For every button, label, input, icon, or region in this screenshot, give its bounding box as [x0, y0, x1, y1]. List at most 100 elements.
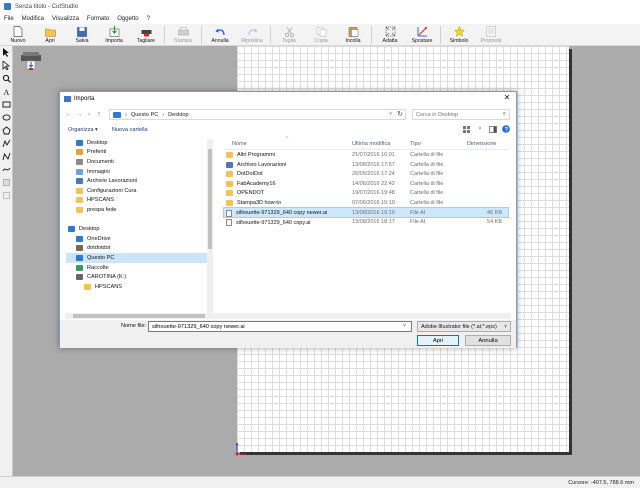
command-bar: Organizza ▾ Nuova cartella ˅ ?	[60, 124, 516, 136]
nav-item-questo-pc[interactable]: Questo PC	[66, 253, 213, 263]
nav-scrollbar[interactable]	[207, 139, 213, 313]
nav-item-dotdotdot[interactable]: dotdotdot	[66, 244, 213, 254]
tagliare-button[interactable]: Tagliare	[130, 24, 162, 46]
file-row[interactable]: silhouette-971329_640 copy newer.ai 13/08…	[223, 206, 509, 219]
nav-item-onedrive[interactable]: OneDrive	[66, 234, 213, 244]
freehand-icon[interactable]	[0, 163, 13, 176]
copia-button[interactable]: Copia	[305, 24, 337, 46]
fill-swatch-icon[interactable]	[0, 189, 13, 202]
file-row[interactable]: DotDotDot 26/05/2016 17:24 Cartella di fil…	[224, 169, 508, 179]
text-tool-icon[interactable]: A	[0, 85, 13, 98]
search-icon[interactable]: ⌕	[503, 111, 506, 118]
view-options-icon[interactable]	[463, 125, 471, 133]
nav-item-prespa-fede[interactable]: prespa fede	[66, 205, 213, 215]
nav-item-configurazioni-cura[interactable]: Configurazioni Cura	[66, 186, 213, 196]
column-date[interactable]: Ultima modifica	[352, 141, 390, 147]
cancel-button[interactable]: Annulla	[465, 335, 511, 346]
address-bar[interactable]: › Questo PC › Desktop ˅ ↻	[109, 109, 406, 120]
help-icon[interactable]: ?	[502, 125, 510, 133]
nav-item-immagini[interactable]: Immagini✱	[66, 167, 213, 177]
breadcrumb-questo-pc[interactable]: Questo PC	[131, 112, 158, 118]
file-row[interactable]: Altri Programmi 21/07/2016 16:01 Cartella …	[224, 150, 508, 160]
cutting-machine-icon[interactable]	[20, 50, 42, 72]
ripristina-button[interactable]: Ripristina	[236, 24, 268, 46]
forward-arrow-icon[interactable]: →	[74, 110, 84, 120]
column-type[interactable]: Tipo	[410, 141, 421, 147]
horizontal-scrollbar-thumb[interactable]	[73, 314, 205, 318]
file-list-header: ^ Nome Ultima modifica Tipo Dimensione	[224, 136, 508, 150]
incolla-button[interactable]: Incolla	[337, 24, 369, 46]
recent-dropdown-icon[interactable]: ˅	[84, 110, 94, 120]
pc-icon	[76, 254, 83, 261]
close-icon[interactable]: ✕	[502, 93, 512, 103]
nav-item-raccolte[interactable]: Raccolte	[66, 263, 213, 273]
ellipse-icon[interactable]	[0, 111, 13, 124]
toolbar-label: Tagliare	[136, 38, 156, 44]
filename-input[interactable]	[148, 321, 412, 332]
breadcrumb-desktop[interactable]: Desktop	[168, 112, 189, 118]
zoom-icon[interactable]	[0, 72, 13, 85]
eraser-icon[interactable]	[0, 176, 13, 189]
svg-text:A: A	[4, 88, 10, 96]
dialog-footer: Nome file: ˅ Adobe Illustrator file (*.a…	[60, 320, 516, 348]
file-row[interactable]: Archivio Lavorazioni 13/08/2016 17:57 Cart…	[224, 160, 508, 170]
file-type-cell: Cartella di file	[410, 190, 444, 197]
menu-formato[interactable]: Formato	[87, 16, 109, 22]
line-tool-icon[interactable]	[0, 137, 13, 150]
open-button[interactable]: Apri	[417, 335, 459, 346]
file-row[interactable]: OPENDOT 19/07/2016 19:48 Cartella di file	[224, 188, 508, 198]
apri-button[interactable]: Apri	[34, 24, 66, 46]
search-input[interactable]	[416, 111, 496, 118]
menu-file[interactable]: File	[4, 16, 14, 22]
rectangle-icon[interactable]	[0, 98, 13, 111]
up-arrow-icon[interactable]: ↑	[94, 110, 104, 120]
nuovo-button[interactable]: Nuovo	[2, 24, 34, 46]
menu-visualizza[interactable]: Visualizza	[52, 16, 79, 22]
file-row[interactable]: silhouette-971329_640 copy.ai 13/08/2016 …	[224, 217, 508, 227]
nav-item-hpscans[interactable]: HPSCANS	[66, 282, 213, 292]
importa-button[interactable]: Importa	[98, 24, 130, 46]
view-dropdown-icon[interactable]: ˅	[476, 125, 484, 133]
proprietà-button[interactable]: Proprietà	[475, 24, 507, 46]
stampa-button[interactable]: Stampa	[167, 24, 199, 46]
refresh-icon[interactable]: ↻	[397, 110, 403, 118]
navigation-pane: Desktop✱Preferiti✱Documenti✱Immagini✱Arc…	[66, 138, 213, 313]
nav-item-preferiti[interactable]: Preferiti✱	[66, 148, 213, 158]
spostare-button[interactable]: Spostare	[406, 24, 438, 46]
simbolo-button[interactable]: Simbolo	[443, 24, 475, 46]
column-name[interactable]: Nome	[232, 141, 247, 147]
nav-scrollbar-thumb[interactable]	[208, 149, 212, 249]
folder-icon	[226, 171, 233, 178]
polygon-icon[interactable]	[0, 124, 13, 137]
curve-tool-icon[interactable]	[0, 150, 13, 163]
horizontal-scrollbar[interactable]	[65, 313, 511, 319]
organize-menu[interactable]: Organizza ▾	[68, 127, 98, 133]
file-type-filter[interactable]: Adobe Illustrator file (*.ai;*.eps) ˅	[417, 321, 511, 332]
nav-item-hpscans[interactable]: HPSCANS	[66, 196, 213, 206]
star-folder-icon	[76, 149, 83, 156]
star-icon	[453, 26, 465, 37]
nav-item-desktop[interactable]: Desktop	[66, 224, 213, 234]
nav-item-desktop[interactable]: Desktop✱	[66, 138, 213, 148]
search-box[interactable]: ⌕	[412, 109, 510, 120]
adatta-button[interactable]: Adatta	[374, 24, 406, 46]
new-folder-button[interactable]: Nuova cartella	[112, 127, 148, 133]
address-dropdown-icon[interactable]: ˅	[389, 111, 392, 117]
node-edit-icon[interactable]	[0, 59, 13, 72]
menu-modifica[interactable]: Modifica	[22, 16, 44, 22]
filename-dropdown-icon[interactable]: ˅	[403, 323, 406, 329]
preview-pane-icon[interactable]	[489, 125, 497, 133]
salva-button[interactable]: Salva	[66, 24, 98, 46]
column-size[interactable]: Dimensione	[467, 141, 497, 147]
file-row[interactable]: Stampa3D how-to 07/06/2016 15:10 Cartella …	[224, 198, 508, 208]
nav-item-archivio-lavorazioni[interactable]: Archivio Lavorazioni	[66, 176, 213, 186]
taglia-button[interactable]: Taglia	[273, 24, 305, 46]
nav-item-documenti[interactable]: Documenti✱	[66, 157, 213, 167]
select-arrow-icon[interactable]	[0, 46, 13, 59]
annulla-button[interactable]: Annulla	[204, 24, 236, 46]
nav-item-carotina-k[interactable]: CAROTINA (K:)	[66, 272, 213, 282]
menu-help[interactable]: ?	[147, 16, 150, 22]
file-row[interactable]: FabAcademy16 14/06/2016 22:42 Cartella di …	[224, 179, 508, 189]
menu-oggetto[interactable]: Oggetto	[117, 16, 138, 22]
back-arrow-icon[interactable]: ←	[64, 110, 74, 120]
